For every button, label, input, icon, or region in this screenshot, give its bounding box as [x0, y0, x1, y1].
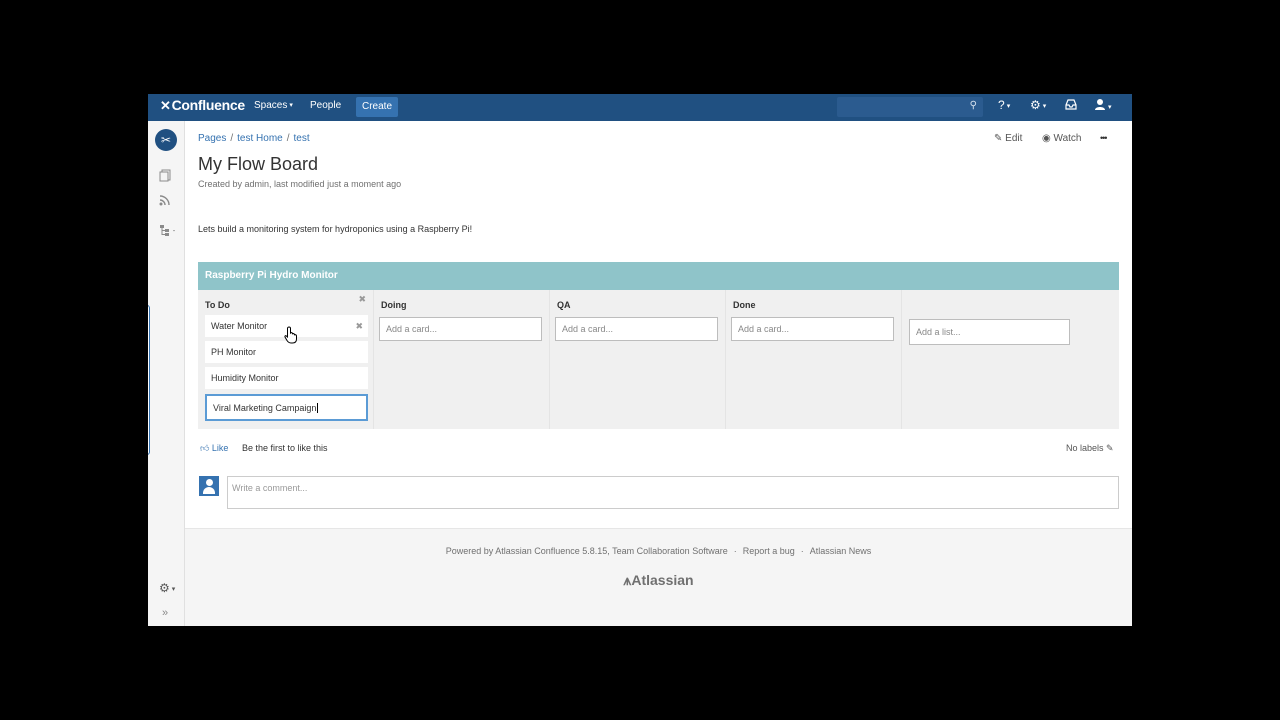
expand-sidebar-icon[interactable]: » [162, 607, 168, 619]
card[interactable]: Humidity Monitor [205, 367, 368, 389]
add-card-input[interactable]: Add a card... [379, 317, 542, 341]
help-menu[interactable]: ? ▾ [998, 98, 1010, 112]
spaces-menu-label: Spaces [254, 100, 288, 111]
admin-menu[interactable]: ⚙ ▾ [1030, 98, 1046, 112]
space-logo[interactable]: ✂ [155, 129, 177, 151]
create-button[interactable]: Create [356, 97, 398, 117]
atlassian-logo[interactable]: ⩚Atlassian [185, 572, 1132, 589]
page-body-text: Lets build a monitoring system for hydro… [198, 224, 473, 234]
search-icon: ⚲ [969, 100, 977, 111]
help-icon: ? [998, 98, 1005, 112]
search-input[interactable]: ⚲ [837, 97, 983, 117]
chevron-down-icon: ▾ [1006, 102, 1011, 110]
page-title: My Flow Board [198, 154, 319, 174]
breadcrumb-current[interactable]: test [294, 133, 310, 144]
footer-separator: · [800, 546, 804, 556]
hand-cursor-icon [284, 326, 297, 344]
notifications-icon[interactable] [1065, 99, 1077, 113]
list-qa: QA Add a card... [550, 290, 726, 429]
footer-links: Powered by Atlassian Confluence 5.8.15, … [185, 546, 1132, 556]
space-settings-icon[interactable]: ⚙ ▾ [159, 581, 175, 595]
like-summary: Be the first to like this [242, 443, 328, 453]
footer-separator: · [733, 546, 737, 556]
gear-icon: ⚙ [1030, 98, 1041, 112]
like-button[interactable]: 👍︎ Like [200, 443, 228, 453]
flow-board: Raspberry Pi Hydro Monitor To Do ✖ Water… [198, 262, 1119, 429]
footer-powered-link[interactable]: Powered by Atlassian Confluence 5.8.15, … [446, 546, 728, 556]
breadcrumb-separator: / [286, 133, 290, 144]
like-label: Like [211, 443, 229, 453]
confluence-logo-mark: ✕ [160, 98, 171, 113]
footer: Powered by Atlassian Confluence 5.8.15, … [185, 528, 1132, 626]
card[interactable]: PH Monitor [205, 341, 368, 363]
edit-label: Edit [1005, 133, 1023, 144]
spaces-menu[interactable]: Spaces ▾ [254, 100, 293, 111]
card-label: Water Monitor [211, 321, 268, 331]
text-cursor [317, 403, 319, 413]
avatar [199, 476, 219, 496]
pencil-icon: ✎ [994, 133, 1003, 144]
people-link[interactable]: People [310, 100, 341, 111]
list-title: Doing [381, 300, 407, 310]
confluence-logo[interactable]: ✕Confluence [160, 97, 245, 114]
like-row: 👍︎ Like Be the first to like this [200, 443, 328, 454]
close-icon[interactable]: ✖ [358, 294, 366, 305]
comment-input[interactable]: Write a comment... [227, 476, 1119, 509]
watch-label: Watch [1053, 133, 1082, 144]
more-actions-button[interactable]: ••• [1100, 133, 1108, 143]
board-title: Raspberry Pi Hydro Monitor [198, 262, 1119, 290]
breadcrumb-separator: / [230, 133, 234, 144]
list-title: To Do [205, 300, 230, 310]
page-tree-icon[interactable] [159, 224, 177, 239]
user-menu[interactable]: ▾ [1094, 98, 1112, 113]
close-icon[interactable]: ✖ [355, 315, 363, 337]
labels-text: No labels [1066, 443, 1104, 453]
add-list-input[interactable]: Add a list... [909, 319, 1070, 345]
inbox-icon [1065, 99, 1077, 110]
atlassian-news-link[interactable]: Atlassian News [810, 546, 872, 556]
watch-button[interactable]: ◉ Watch [1042, 133, 1081, 144]
atlassian-logo-text: Atlassian [631, 572, 694, 588]
report-bug-link[interactable]: Report a bug [743, 546, 795, 556]
card-label: PH Monitor [211, 347, 257, 357]
sidebar-resize-handle[interactable] [148, 305, 150, 455]
chevron-down-icon: ▾ [289, 102, 293, 110]
list-doing: Doing Add a card... [374, 290, 550, 429]
breadcrumb-home[interactable]: test Home [237, 133, 283, 144]
thumbs-up-icon: 👍︎ [200, 443, 210, 453]
list-title: QA [557, 300, 571, 310]
top-navigation: ✕Confluence Spaces ▾ People Create ⚲ ? ▾ ⚙… [148, 94, 1132, 121]
chevron-down-icon: ▾ [1108, 103, 1112, 111]
new-card-input-value: Viral Marketing Campaign [213, 403, 317, 413]
eye-icon: ◉ [1042, 133, 1051, 144]
card-label: Humidity Monitor [211, 373, 279, 383]
user-avatar-icon [1095, 99, 1105, 110]
breadcrumb-pages[interactable]: Pages [198, 133, 226, 144]
page-metadata: Created by admin, last modified just a m… [198, 179, 402, 189]
add-card-input[interactable]: Add a card... [731, 317, 894, 341]
list-title: Done [733, 300, 756, 310]
confluence-window: ✕Confluence Spaces ▾ People Create ⚲ ? ▾ ⚙… [148, 94, 1132, 626]
labels-editor[interactable]: No labels ✎ [1066, 443, 1114, 454]
add-card-input[interactable]: Add a card... [555, 317, 718, 341]
new-card-input[interactable]: Viral Marketing Campaign [205, 394, 368, 421]
breadcrumb: Pages / test Home / test [198, 133, 310, 144]
confluence-logo-text: Confluence [171, 97, 246, 113]
blog-icon[interactable] [159, 195, 170, 209]
pencil-icon: ✎ [1106, 443, 1114, 453]
space-sidebar: ✂ ⚙ ▾ » [148, 121, 185, 626]
list-done: Done Add a card... [726, 290, 902, 429]
edit-button[interactable]: ✎ Edit [994, 133, 1022, 144]
pages-icon[interactable] [159, 169, 171, 185]
list-add-area: Add a list... [902, 290, 1119, 429]
chevron-down-icon: ▾ [1042, 102, 1047, 110]
list-todo: To Do ✖ Water Monitor ✖ PH Monitor Humidi… [198, 290, 374, 429]
